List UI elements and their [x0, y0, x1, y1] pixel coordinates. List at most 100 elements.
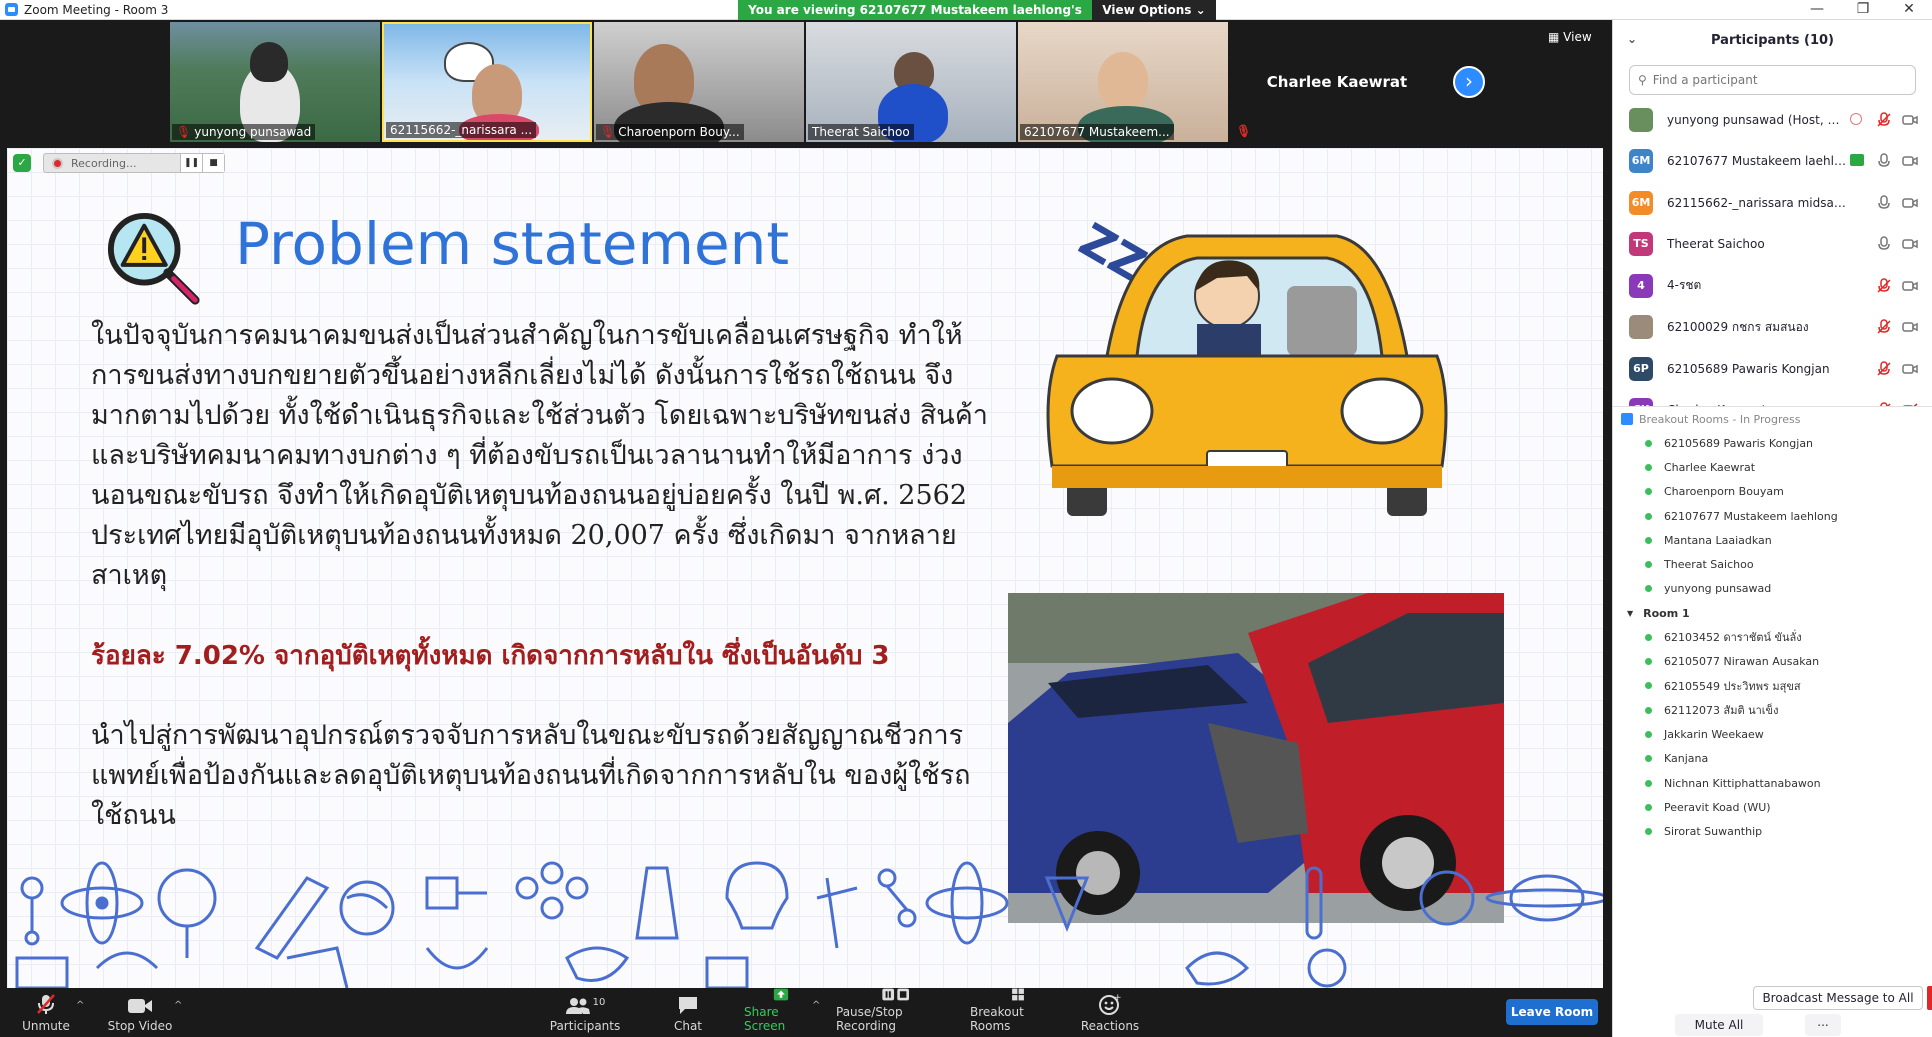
- mic-off-icon: [1877, 112, 1891, 127]
- leave-room-button[interactable]: Leave Room: [1506, 999, 1598, 1025]
- smiley-icon: +: [1099, 993, 1121, 1015]
- mute-all-button[interactable]: Mute All: [1675, 1013, 1763, 1036]
- online-dot-icon: [1645, 658, 1652, 666]
- video-camera-icon: [1902, 322, 1918, 332]
- stop-video-button[interactable]: Stop Video: [104, 988, 176, 1037]
- view-options-button[interactable]: View Options ⌄: [1092, 0, 1216, 20]
- panel-title: Participants (10): [1711, 32, 1834, 48]
- participant-row[interactable]: 6P 62105689 Pawaris Kongjan: [1613, 348, 1932, 390]
- participant-name: 62107677 Mustakeem laehlo...: [1667, 154, 1847, 169]
- breakout-rooms-icon: [1012, 988, 1024, 1001]
- participant-row[interactable]: 62100029 กชกร สมสนอง: [1613, 307, 1932, 349]
- tile-name: 🎙 yunyong punsawad: [172, 124, 316, 140]
- warning-magnifier-icon: [107, 212, 200, 305]
- recording-indicator: Recording... ❚❚ ■: [43, 153, 225, 173]
- participant-photo-avatar: [1629, 107, 1653, 132]
- more-options-button[interactable]: ...: [1805, 1013, 1841, 1036]
- breakout-member: 62107677 Mustakeem laehlong: [1613, 504, 1932, 528]
- breakout-member-name: Nichnan Kittiphattanabawon: [1664, 776, 1821, 790]
- breakout-member-name: yunyong punsawad: [1664, 582, 1772, 596]
- room-1-header[interactable]: ▼ Room 1: [1613, 601, 1932, 625]
- participant-initials-avatar: 6M: [1629, 190, 1653, 215]
- tile-name: Theerat Saichoo: [808, 124, 914, 140]
- audio-options-caret-icon[interactable]: ^: [76, 1000, 84, 1011]
- participant-search-input[interactable]: [1652, 73, 1893, 87]
- video-tile-active[interactable]: 62115662-_narissara ...: [382, 22, 592, 142]
- online-dot-icon: [1645, 585, 1652, 593]
- shared-screen-slide: ✓ Recording... ❚❚ ■ Problem statement ใน…: [7, 148, 1603, 988]
- breakout-member: Theerat Saichoo: [1613, 552, 1932, 576]
- breakout-member: 62112073 สัมติ นาเข็ง: [1613, 698, 1932, 722]
- room-1-members: 62103452 ดาราชัตน์ ขันลั่ง 62105077 Niraw…: [1613, 625, 1932, 844]
- online-dot-icon: [1645, 561, 1652, 569]
- tile-name: 🎙 Charoenporn Bouy...: [596, 124, 744, 140]
- active-speaker-tile[interactable]: Charlee Kaewrat 🎙: [1232, 22, 1442, 142]
- participant-row[interactable]: 6M 62115662-_narissara midsalae: [1613, 182, 1932, 224]
- view-button[interactable]: ▦ View: [1548, 30, 1592, 44]
- video-tile[interactable]: 62107677 Mustakeem...: [1018, 22, 1228, 142]
- chat-button[interactable]: Chat: [668, 988, 708, 1037]
- expand-triangle-icon: ▼: [1627, 608, 1634, 618]
- video-tile[interactable]: Theerat Saichoo: [806, 22, 1016, 142]
- breakout-member: Charoenporn Bouyam: [1613, 480, 1932, 504]
- breakout-member-name: 62105077 Nirawan Ausakan: [1664, 655, 1820, 669]
- svg-text:+: +: [1114, 993, 1121, 1003]
- slide-paragraph-statistic: ร้อยละ 7.02% จากอุบัติเหตุทั้งหมด เกิดจา…: [91, 641, 890, 671]
- participant-status-icons: [1876, 278, 1918, 294]
- breakout-member: Charlee Kaewrat: [1613, 455, 1932, 479]
- share-options-caret-icon[interactable]: ^: [812, 1000, 820, 1011]
- pause-stop-recording-button[interactable]: Pause/Stop Recording: [836, 988, 956, 1037]
- unmute-button[interactable]: Unmute: [20, 988, 72, 1037]
- share-screen-icon: [773, 988, 789, 1001]
- online-dot-icon: [1645, 512, 1652, 520]
- restore-button[interactable]: ❐: [1840, 0, 1886, 20]
- breakout-member: Nichnan Kittiphattanabawon: [1613, 771, 1932, 795]
- collapse-chevron-icon[interactable]: ⌄: [1627, 32, 1637, 46]
- participant-row[interactable]: yunyong punsawad (Host, me): [1613, 99, 1932, 141]
- online-dot-icon: [1645, 755, 1652, 763]
- chat-bubble-icon: [679, 997, 697, 1014]
- mic-off-icon: [1877, 319, 1891, 334]
- participants-button[interactable]: 10 Participants: [550, 988, 621, 1037]
- grid-icon: ▦: [1548, 30, 1560, 44]
- pause-recording-icon[interactable]: ❚❚: [180, 154, 202, 172]
- participant-status-icons: [1850, 153, 1918, 169]
- reactions-button[interactable]: + Reactions: [1080, 988, 1140, 1037]
- participant-row[interactable]: 6M 62107677 Mustakeem laehlo...: [1613, 141, 1932, 183]
- breakout-member-name: 62105689 Pawaris Kongjan: [1664, 436, 1814, 450]
- participant-search[interactable]: ⚲: [1629, 65, 1916, 95]
- stop-recording-icon[interactable]: ■: [202, 154, 224, 172]
- broadcast-message-button[interactable]: Broadcast Message to All: [1753, 986, 1923, 1010]
- mic-off-icon: [1877, 278, 1891, 293]
- video-options-caret-icon[interactable]: ^: [174, 1000, 182, 1011]
- close-button[interactable]: ✕: [1886, 0, 1932, 20]
- online-dot-icon: [1645, 682, 1652, 690]
- participant-status-icons: [1850, 112, 1918, 128]
- window-title: Zoom Meeting - Room 3: [24, 2, 169, 17]
- sharing-screen-icon: [1850, 154, 1864, 167]
- encryption-shield-icon[interactable]: ✓: [13, 154, 31, 172]
- breakout-member: 62105689 Pawaris Kongjan: [1613, 431, 1932, 455]
- video-tile[interactable]: 🎙 Charoenporn Bouy...: [594, 22, 804, 142]
- breakout-member: Sirorat Suwanthip: [1613, 819, 1932, 843]
- pause-stop-icon: [882, 988, 909, 1001]
- slide-paragraph-goal: นำไปสู่การพัฒนาอุปกรณ์ตรวจจับการหลับในขณ…: [91, 720, 971, 831]
- video-tile[interactable]: 🎙 yunyong punsawad: [170, 22, 380, 142]
- online-dot-icon: [1645, 706, 1652, 714]
- breakout-rooms-button[interactable]: Breakout Rooms: [970, 988, 1066, 1037]
- participant-row[interactable]: 4 4-รชต: [1613, 265, 1932, 307]
- breakout-rooms-icon: [1621, 413, 1633, 425]
- breakout-member-name: 62103452 ดาราชัตน์ ขันลั่ง: [1664, 631, 1802, 645]
- minimize-button[interactable]: —: [1794, 0, 1840, 20]
- search-icon: ⚲: [1638, 73, 1647, 87]
- participant-status-icons: [1876, 236, 1918, 252]
- next-page-arrow-icon[interactable]: ›: [1453, 66, 1485, 98]
- participant-status-icons: [1876, 361, 1918, 377]
- meeting-area: 🎙 yunyong punsawad 62115662-_narissara ..…: [0, 20, 1612, 988]
- breakout-member: Jakkarin Weekaew: [1613, 722, 1932, 746]
- participant-name: 4-รชต: [1667, 278, 1702, 293]
- participant-row[interactable]: TS Theerat Saichoo: [1613, 224, 1932, 266]
- video-camera-icon: [1902, 364, 1918, 374]
- participant-name: 62115662-_narissara midsalae: [1667, 195, 1847, 210]
- share-screen-button[interactable]: Share Screen: [744, 988, 818, 1037]
